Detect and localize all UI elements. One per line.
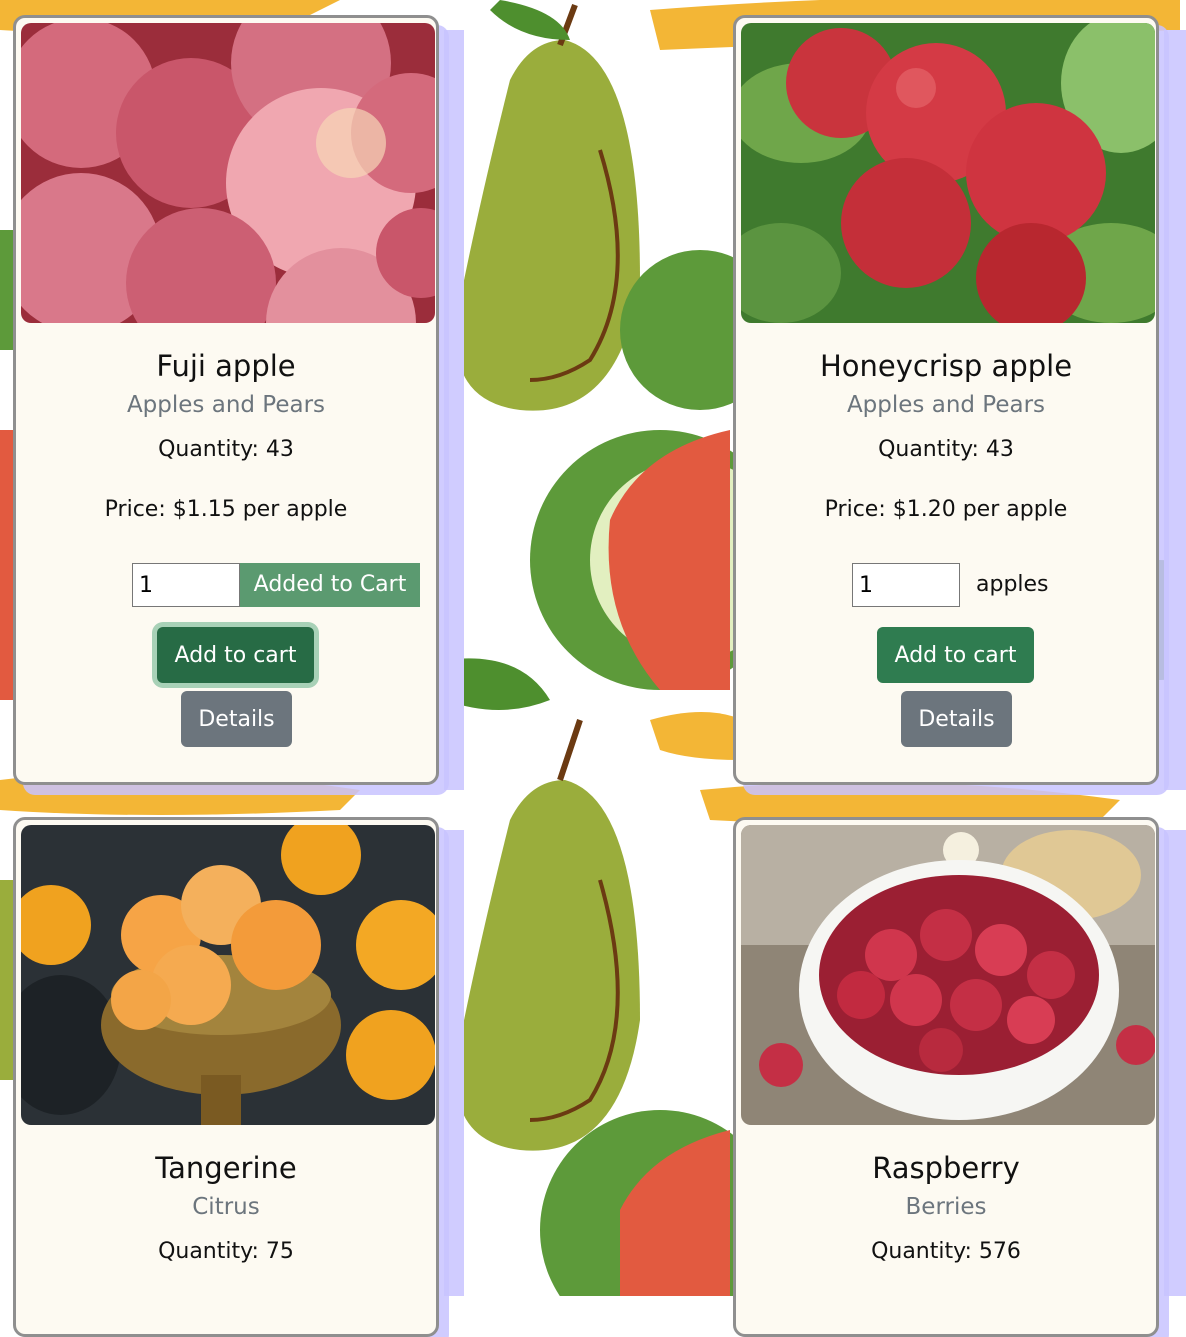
product-quantity: Quantity: 576: [871, 1239, 1021, 1264]
product-image-honeycrisp-apple: [741, 23, 1155, 323]
product-image-fuji-apple: [21, 23, 435, 323]
product-category: Citrus: [192, 1194, 260, 1220]
details-button[interactable]: Details: [181, 691, 292, 747]
quantity-input[interactable]: [132, 563, 240, 607]
product-name: Tangerine: [155, 1151, 297, 1185]
product-image-raspberry: [741, 825, 1155, 1125]
product-quantity: Quantity: 43: [878, 437, 1014, 462]
product-quantity: Quantity: 75: [158, 1239, 294, 1264]
product-price: Price: $1.20 per apple: [824, 497, 1068, 522]
product-card-fuji-apple: Fuji apple Apples and Pears Quantity: 43…: [13, 15, 439, 785]
added-to-cart-badge: Added to Cart: [240, 563, 420, 607]
product-category: Apples and Pears: [126, 392, 326, 418]
product-quantity: Quantity: 43: [158, 437, 294, 462]
quantity-unit-label: apples: [976, 572, 1049, 597]
product-image-tangerine: [21, 825, 435, 1125]
add-to-cart-button[interactable]: Add to cart: [877, 627, 1034, 683]
product-category: Berries: [905, 1194, 987, 1220]
quantity-input[interactable]: [852, 563, 960, 607]
product-name: Raspberry: [872, 1151, 1020, 1185]
product-card-honeycrisp-apple: Honeycrisp apple Apples and Pears Quanti…: [733, 15, 1159, 785]
product-card-tangerine: Tangerine Citrus Quantity: 75: [13, 817, 439, 1337]
product-card-raspberry: Raspberry Berries Quantity: 576: [733, 817, 1159, 1337]
add-to-cart-button[interactable]: Add to cart: [157, 627, 314, 683]
product-price: Price: $1.15 per apple: [104, 497, 348, 522]
details-button[interactable]: Details: [901, 691, 1012, 747]
product-category: Apples and Pears: [846, 392, 1046, 418]
product-name: Fuji apple: [156, 349, 296, 383]
product-name: Honeycrisp apple: [819, 349, 1073, 383]
